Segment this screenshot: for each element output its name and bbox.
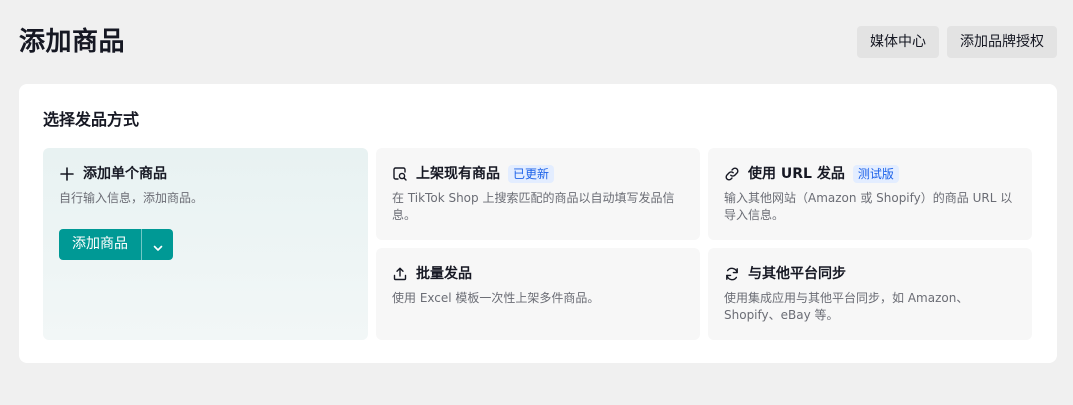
search-listing-icon [392,166,408,182]
link-icon [724,166,740,182]
card-description: 使用集成应用与其他平台同步，如 Amazon、Shopify、eBay 等。 [724,291,969,322]
card-header: 与其他平台同步 [724,264,846,284]
list-by-url-card[interactable]: 使用 URL 发品 测试版 输入其他网站（Amazon 或 Shopify）的商… [708,148,1032,240]
media-center-button[interactable]: 媒体中心 [857,26,939,58]
bulk-listing-card[interactable]: 批量发品 使用 Excel 模板一次性上架多件商品。 [376,248,700,340]
list-existing-product-card[interactable]: 上架现有商品 已更新 在 TikTok Shop 上搜索匹配的商品以自动填写发品… [376,148,700,240]
add-product-button[interactable]: 添加商品 [59,229,141,260]
card-header: 上架现有商品 已更新 [392,164,555,184]
header-actions: 媒体中心 添加品牌授权 [857,26,1057,58]
updated-badge: 已更新 [508,165,555,183]
page-title: 添加商品 [19,27,126,57]
card-header: 添加单个商品 [59,164,167,184]
plus-icon [59,166,75,182]
card-title: 使用 URL 发品 [748,166,845,182]
listing-method-panel: 选择发品方式 添加单个商品 自行输入信息，添加商品。 添加商品 上架现有商品 已… [19,84,1057,363]
upload-icon [392,266,408,282]
card-header: 使用 URL 发品 测试版 [724,164,899,184]
sync-icon [724,266,740,282]
beta-badge: 测试版 [852,165,899,183]
card-title: 上架现有商品 [416,166,500,182]
sync-platforms-card[interactable]: 与其他平台同步 使用集成应用与其他平台同步，如 Amazon、Shopify、e… [708,248,1032,340]
card-title: 批量发品 [416,266,472,282]
card-header: 批量发品 [392,264,472,284]
card-description: 在 TikTok Shop 上搜索匹配的商品以自动填写发品信息。 [392,191,675,222]
card-description: 输入其他网站（Amazon 或 Shopify）的商品 URL 以导入信息。 [724,191,1013,222]
panel-title: 选择发品方式 [43,110,140,129]
card-title: 与其他平台同步 [748,266,846,282]
card-title: 添加单个商品 [83,166,167,182]
page-header: 添加商品 媒体中心 添加品牌授权 [0,0,1073,84]
add-product-split-button: 添加商品 [59,229,173,260]
card-description: 使用 Excel 模板一次性上架多件商品。 [392,291,600,305]
card-description: 自行输入信息，添加商品。 [59,191,204,205]
add-product-dropdown-toggle[interactable] [141,229,173,260]
add-single-product-card[interactable]: 添加单个商品 自行输入信息，添加商品。 添加商品 [43,148,368,340]
chevron-down-icon [152,239,164,251]
add-brand-authorization-button[interactable]: 添加品牌授权 [947,26,1057,58]
